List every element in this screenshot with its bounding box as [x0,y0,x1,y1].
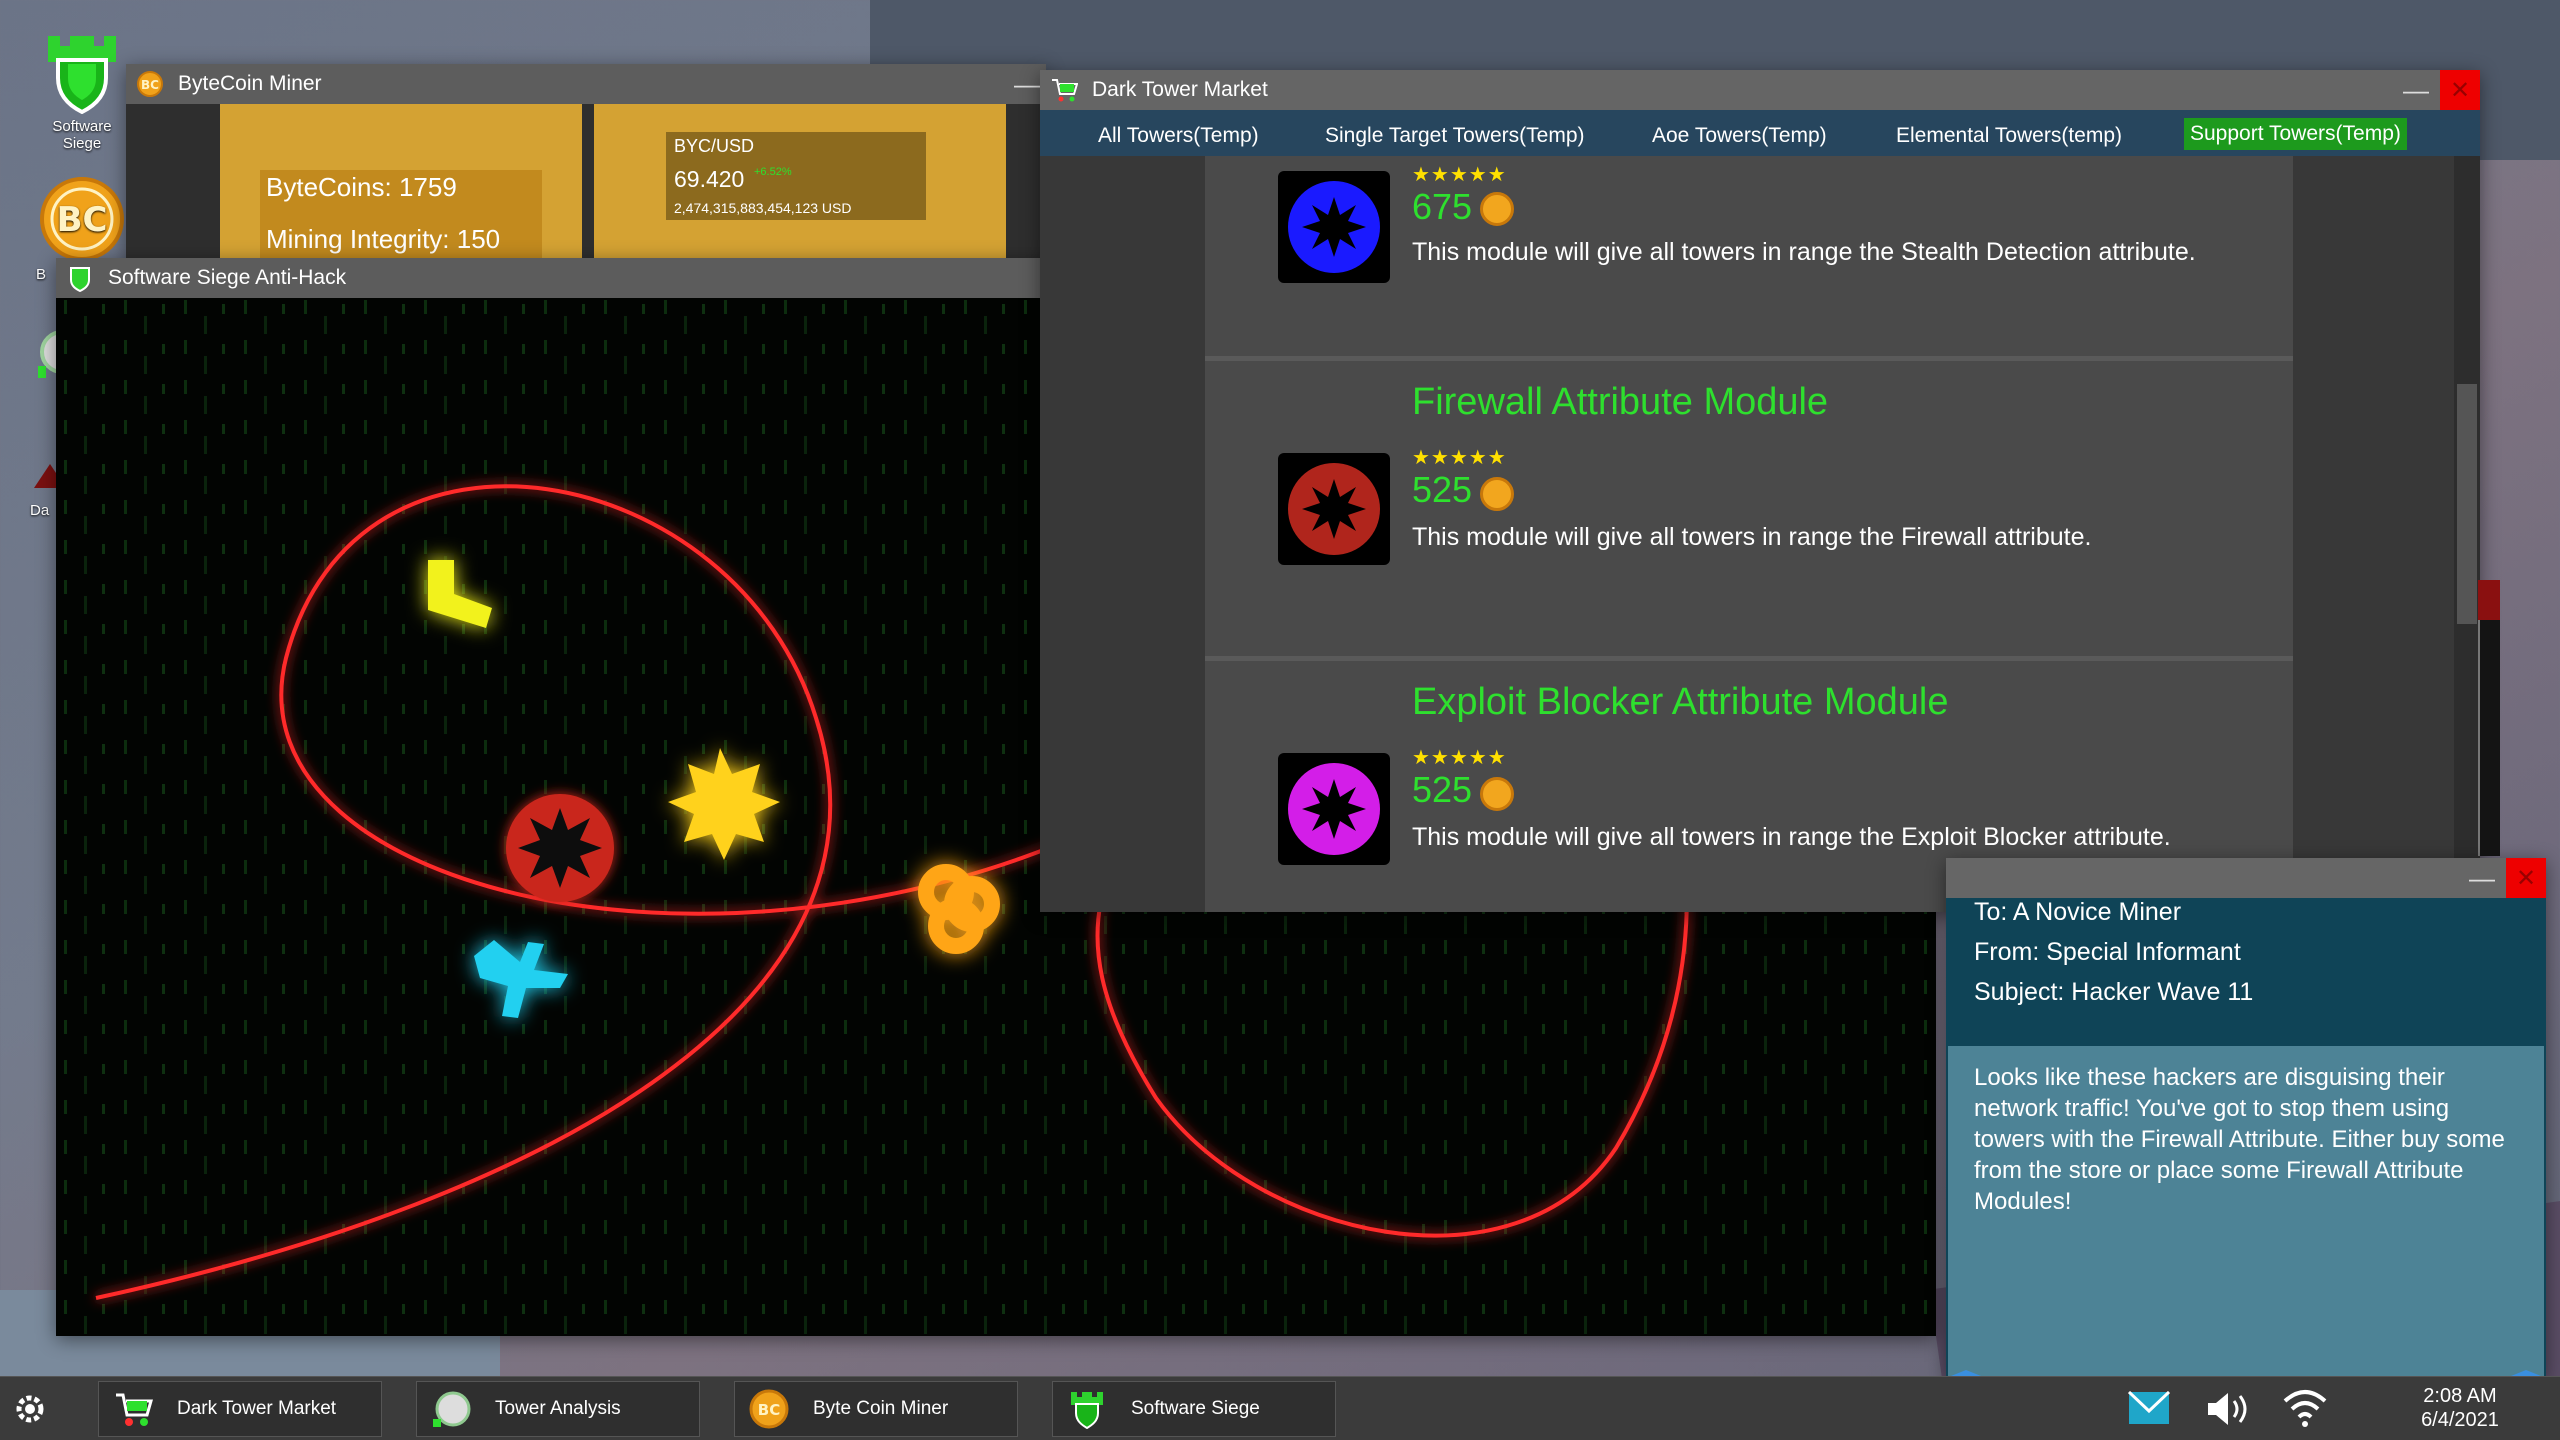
mail-icon[interactable] [2128,1391,2170,1425]
item-price: 675 [1412,186,1473,227]
background-window-titlebar [2478,580,2500,620]
clock-date: 6/4/2021 [2421,1409,2499,1431]
minimize-button[interactable]: — [2396,70,2436,110]
email-to: To: A Novice Miner [1974,898,2182,926]
minimize-button[interactable]: — [2462,858,2502,898]
wifi-icon[interactable] [2282,1387,2328,1429]
market-item[interactable]: Firewall Attribute Module ★★★★★ 525 This… [1205,356,2293,656]
taskbar-item-tower-analysis[interactable]: Tower Analysis [416,1381,700,1437]
close-button[interactable]: ✕ [2506,858,2546,898]
minimize-button[interactable]: — [1012,64,1042,104]
castle-shield-icon [48,36,116,115]
email-window: — ✕ To: A Novice Miner From: Special Inf… [1946,858,2546,1378]
scrollbar-thumb[interactable] [2457,384,2477,624]
svg-text:BC: BC [57,200,108,240]
taskbar-item-label: Dark Tower Market [177,1398,337,1419]
bytecoin-icon: BC [40,177,124,261]
castle-shield-icon [1071,1392,1103,1429]
rating-stars: ★★★★★ [1412,164,1507,186]
item-price: 525 [1412,769,1473,810]
email-header: To: A Novice Miner From: Special Informa… [1948,898,2544,1046]
module-icon [1278,453,1390,565]
svg-text:BC: BC [758,1401,780,1419]
taskbar-item-byte-coin-miner[interactable]: BC Byte Coin Miner [734,1381,1018,1437]
taskbar: Dark Tower Market Tower Analysis BC Byte… [0,1376,2560,1440]
tab-elemental-towers[interactable]: Elemental Towers(temp) [1896,118,2122,154]
firewall-module-token [506,794,614,902]
bytecoins-count: ByteCoins: 1759 [266,172,457,202]
tab-all-towers[interactable]: All Towers(Temp) [1098,118,1259,154]
bytecoin-icon [1480,777,1514,811]
window-titlebar[interactable]: Dark Tower Market [1040,70,2480,110]
castle-shield-icon [70,267,90,292]
taskbar-item-dark-tower-market[interactable]: Dark Tower Market [98,1381,382,1437]
scrollbar[interactable] [2454,156,2480,912]
window-titlebar[interactable]: BC ByteCoin Miner [126,64,1046,104]
price-change: +6.52% [754,166,792,178]
taskbar-item-label: Tower Analysis [495,1398,621,1419]
exploit-blocker-module-icon [1288,763,1380,855]
tab-support-towers[interactable]: Support Towers(Temp) [2184,118,2407,150]
coin-price: 69.420 [674,166,745,192]
stealth-module-icon [1288,181,1380,273]
desktop-icon-software-siege[interactable]: Software Siege [30,30,134,152]
analysis-icon [433,1391,471,1427]
rating-stars: ★★★★★ [1412,747,1507,769]
dark-tower-market-window: Dark Tower Market — ✕ All Towers(Temp) S… [1040,70,2480,912]
email-body-text: Looks like these hackers are disguising … [1974,1064,2505,1215]
firewall-module-icon [1288,463,1380,555]
speaker-icon[interactable] [2204,1389,2254,1429]
window-title: Software Siege Anti-Hack [108,266,347,289]
module-icon [1278,753,1390,865]
market-left-gutter [1040,156,1205,912]
item-description: This module will give all towers in rang… [1412,238,2196,266]
window-title: Dark Tower Market [1092,78,1268,101]
currency-pair: BYC/USD [674,136,755,156]
module-icon [1278,171,1390,283]
tab-aoe-towers[interactable]: Aoe Towers(Temp) [1652,118,1827,154]
market-right-gutter [2293,156,2454,912]
bytecoin-icon [1480,192,1514,226]
clock-time: 2:08 AM [2423,1385,2497,1407]
desktop-icon-label: Software Siege [52,118,112,152]
svg-text:BC: BC [141,78,159,92]
market-item[interactable]: ★★★★★ 675 This module will give all towe… [1205,156,2293,356]
bytecoin-icon [1480,477,1514,511]
email-from: From: Special Informant [1974,938,2241,966]
item-price: 525 [1412,469,1473,510]
coin-stats-panel: ByteCoins: 1759 Mining Integrity: 150 [220,104,582,264]
taskbar-item-software-siege[interactable]: Software Siege [1052,1381,1336,1437]
window-titlebar[interactable] [1946,858,2546,898]
bytecoin-miner-window: BC ByteCoin Miner — ByteCoins: 1759 Mini… [126,64,1046,264]
tab-single-target-towers[interactable]: Single Target Towers(Temp) [1325,118,1585,154]
bytecoin-icon: BC [749,1389,789,1429]
item-description: This module will give all towers in rang… [1412,523,2092,551]
item-title: Exploit Blocker Attribute Module [1412,681,1949,723]
market-item-list[interactable]: ★★★★★ 675 This module will give all towe… [1205,156,2293,912]
taskbar-item-label: Byte Coin Miner [813,1398,949,1419]
item-description: This module will give all towers in rang… [1412,823,2171,851]
taskbar-item-label: Software Siege [1131,1398,1260,1419]
email-body: Looks like these hackers are disguising … [1948,1046,2544,1378]
close-button[interactable]: ✕ [2440,70,2480,110]
cart-icon [116,1393,153,1426]
market-tab-bar: All Towers(Temp) Single Target Towers(Te… [1040,110,2480,156]
bytecoin-icon: BC [137,71,163,97]
mining-integrity: Mining Integrity: 150 [266,224,501,254]
market-cap: 2,474,315,883,454,123 USD [674,200,852,216]
gear-icon[interactable] [12,1391,48,1427]
cart-icon [1052,79,1078,102]
email-subject: Subject: Hacker Wave 11 [1974,978,2254,1006]
window-title: ByteCoin Miner [178,72,322,95]
price-panel: BYC/USD 69.420 +6.52% 2,474,315,883,454,… [594,104,1006,264]
background-window [2478,580,2500,856]
rating-stars: ★★★★★ [1412,447,1507,469]
item-title: Firewall Attribute Module [1412,381,1829,423]
